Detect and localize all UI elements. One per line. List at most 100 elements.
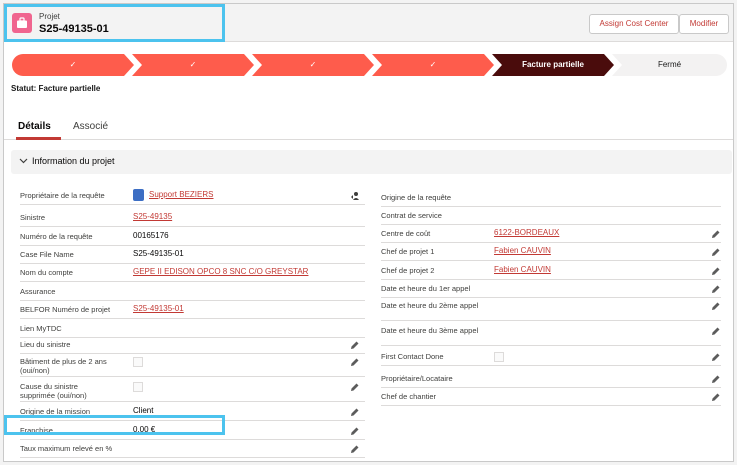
pencil-icon[interactable] bbox=[711, 352, 721, 362]
field-contrat-service: Contrat de service bbox=[381, 207, 721, 225]
field-label: BELFOR Numéro de projet bbox=[20, 305, 111, 314]
pencil-icon[interactable] bbox=[350, 444, 360, 454]
pencil-icon[interactable] bbox=[711, 229, 721, 239]
chevron-down-icon bbox=[19, 158, 28, 164]
section-header[interactable]: Information du projet bbox=[11, 150, 732, 174]
path-stage-current[interactable]: Facture partielle bbox=[492, 54, 614, 76]
pencil-icon[interactable] bbox=[350, 407, 360, 417]
account-link[interactable]: GEPE II EDISON OPCO 8 SNC C/O GREYSTAR bbox=[133, 267, 308, 276]
batiment-checkbox[interactable] bbox=[133, 357, 143, 367]
assign-cost-center-button[interactable]: Assign Cost Center bbox=[589, 14, 679, 34]
pencil-icon[interactable] bbox=[711, 326, 721, 336]
status-text: Statut: Facture partielle bbox=[11, 84, 101, 93]
owner-link[interactable]: Support BEZIERS bbox=[149, 190, 213, 199]
path-stage-closed[interactable]: Fermé bbox=[612, 54, 727, 76]
pencil-icon[interactable] bbox=[711, 392, 721, 402]
chef-projet-2-link[interactable]: Fabien CAUVIN bbox=[494, 265, 551, 274]
field-sinistre: Sinistre S25-49135 bbox=[20, 209, 365, 227]
record-page: Projet S25-49135-01 Assign Cost Center M… bbox=[3, 3, 734, 462]
field-first-contact-done: First Contact Done bbox=[381, 348, 721, 366]
pencil-icon[interactable] bbox=[711, 284, 721, 294]
path-stage-3[interactable]: ✓ bbox=[252, 54, 374, 76]
field-chef-chantier: Chef de chantier bbox=[381, 388, 721, 406]
field-label: Sinistre bbox=[20, 213, 46, 222]
field-taux-maximum: Taux maximum relevé en % bbox=[20, 440, 365, 458]
field-value: S25-49135-01 bbox=[133, 249, 184, 258]
pencil-icon[interactable] bbox=[350, 340, 360, 350]
field-label: Chef de projet 2 bbox=[381, 266, 435, 275]
highlight-box-franchise bbox=[4, 415, 225, 435]
pencil-icon[interactable] bbox=[711, 374, 721, 384]
field-label: Case File Name bbox=[20, 250, 74, 259]
field-label: Assurance bbox=[20, 287, 56, 296]
field-cause-supprimee: Cause du sinistre supprimée (oui/non) bbox=[20, 378, 365, 402]
path-stage-closed-label: Fermé bbox=[657, 60, 682, 69]
cause-checkbox[interactable] bbox=[133, 382, 143, 392]
change-owner-icon[interactable] bbox=[350, 191, 360, 201]
tab-details[interactable]: Détails bbox=[18, 121, 51, 132]
field-date-2eme-appel: Date et heure du 2ème appel bbox=[381, 297, 721, 321]
field-chef-projet-2: Chef de projet 2 Fabien CAUVIN bbox=[381, 262, 721, 280]
pencil-icon[interactable] bbox=[711, 301, 721, 311]
first-contact-checkbox[interactable] bbox=[494, 352, 504, 362]
path-stage-current-label: Facture partielle bbox=[522, 60, 584, 69]
highlight-box-header bbox=[4, 4, 225, 42]
field-value: Client bbox=[133, 406, 154, 415]
field-centre-cout: Centre de coût 6122-BORDEAUX bbox=[381, 225, 721, 243]
field-label: Lien MyTDC bbox=[20, 324, 62, 333]
cost-center-link[interactable]: 6122-BORDEAUX bbox=[494, 228, 559, 237]
path-stage-4[interactable]: ✓ bbox=[372, 54, 494, 76]
field-date-1er-appel: Date et heure du 1er appel bbox=[381, 280, 721, 298]
pencil-icon[interactable] bbox=[350, 426, 360, 436]
field-label: Origine de la requête bbox=[381, 193, 452, 202]
field-label: Propriétaire de la requête bbox=[20, 191, 105, 200]
field-label: Date et heure du 1er appel bbox=[381, 284, 471, 293]
path-stage-1[interactable]: ✓ bbox=[12, 54, 134, 76]
field-belfor-numero: BELFOR Numéro de projet S25-49135-01 bbox=[20, 301, 365, 319]
check-icon: ✓ bbox=[429, 60, 437, 69]
field-label: Taux maximum relevé en % bbox=[20, 444, 113, 453]
field-label: Date et heure du 3ème appel bbox=[381, 326, 479, 335]
field-label: Bâtiment de plus de 2 ans (oui/non) bbox=[20, 357, 107, 375]
field-chef-projet-1: Chef de projet 1 Fabien CAUVIN bbox=[381, 243, 721, 261]
field-origine-requete: Origine de la requête bbox=[381, 189, 721, 207]
pencil-icon[interactable] bbox=[350, 382, 360, 392]
check-icon: ✓ bbox=[189, 60, 197, 69]
field-label: Date et heure du 2ème appel bbox=[381, 301, 479, 310]
tab-associe[interactable]: Associé bbox=[73, 121, 108, 132]
check-icon: ✓ bbox=[69, 60, 77, 69]
section-title: Information du projet bbox=[32, 156, 115, 166]
field-label: First Contact Done bbox=[381, 352, 444, 361]
pencil-icon[interactable] bbox=[711, 266, 721, 276]
user-avatar-icon bbox=[133, 189, 144, 201]
pencil-icon[interactable] bbox=[711, 247, 721, 257]
project-number-link[interactable]: S25-49135-01 bbox=[133, 304, 184, 313]
sinistre-link[interactable]: S25-49135 bbox=[133, 212, 172, 221]
field-proprietaire-requete: Propriétaire de la requête Support BEZIE… bbox=[20, 187, 365, 205]
check-icon: ✓ bbox=[309, 60, 317, 69]
status-path: ✓ ✓ ✓ ✓ Facture partielle Fermé bbox=[12, 54, 727, 76]
field-label: Centre de coût bbox=[381, 229, 431, 238]
field-lieu-sinistre: Lieu du sinistre bbox=[20, 336, 365, 354]
pencil-icon[interactable] bbox=[350, 357, 360, 367]
field-nom-compte: Nom du compte GEPE II EDISON OPCO 8 SNC … bbox=[20, 264, 365, 282]
active-tab-indicator bbox=[16, 137, 61, 140]
field-label: Chef de projet 1 bbox=[381, 247, 435, 256]
field-label: Contrat de service bbox=[381, 211, 442, 220]
field-date-3eme-appel: Date et heure du 3ème appel bbox=[381, 322, 721, 346]
field-value: 00165176 bbox=[133, 231, 169, 240]
record-header: Projet S25-49135-01 Assign Cost Center M… bbox=[4, 4, 733, 42]
field-batiment: Bâtiment de plus de 2 ans (oui/non) bbox=[20, 353, 365, 377]
path-stage-2[interactable]: ✓ bbox=[132, 54, 254, 76]
tab-bar: Détails Associé bbox=[4, 116, 733, 140]
field-label: Propriétaire/Locataire bbox=[381, 374, 453, 383]
field-label: Chef de chantier bbox=[381, 392, 437, 401]
field-numero-requete: Numéro de la requête 00165176 bbox=[20, 228, 365, 246]
field-label: Lieu du sinistre bbox=[20, 340, 71, 349]
field-case-file-name: Case File Name S25-49135-01 bbox=[20, 246, 365, 264]
chef-projet-1-link[interactable]: Fabien CAUVIN bbox=[494, 246, 551, 255]
modifier-button[interactable]: Modifier bbox=[679, 14, 729, 34]
field-label: Cause du sinistre supprimée (oui/non) bbox=[20, 382, 87, 400]
field-label: Numéro de la requête bbox=[20, 232, 93, 241]
field-proprietaire-locataire: Propriétaire/Locataire bbox=[381, 370, 721, 388]
